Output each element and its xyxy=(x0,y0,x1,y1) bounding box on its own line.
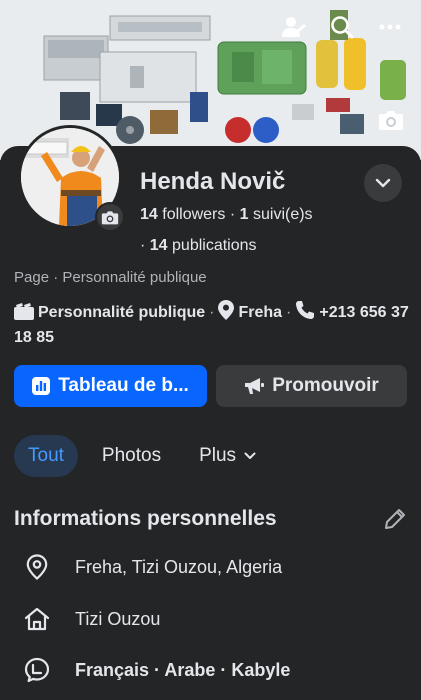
more-icon[interactable] xyxy=(377,14,403,40)
tab-more-label: Plus xyxy=(199,445,237,466)
tab-all[interactable]: Tout xyxy=(14,435,78,477)
publications-count: 14 xyxy=(149,237,168,254)
tab-photos[interactable]: Photos xyxy=(88,435,175,477)
about-row-hometown[interactable]: Tizi Ouzou xyxy=(22,604,402,634)
language-icon xyxy=(22,657,52,683)
phone-icon xyxy=(295,300,315,327)
dashboard-button-label: Tableau de b... xyxy=(58,375,189,396)
contact-separator: · xyxy=(209,304,215,321)
tab-more[interactable]: Plus xyxy=(185,435,270,477)
publications-stats: · 14 publications xyxy=(140,237,257,255)
profile-tabs: Tout Photos Plus xyxy=(14,435,270,477)
contact-details: Personnalité publique · Freha · +213 656 3… xyxy=(14,300,409,349)
profile-options-button[interactable] xyxy=(364,164,402,202)
followers-count[interactable]: 14 xyxy=(140,206,158,223)
following-count[interactable]: 1 xyxy=(240,206,249,223)
pencil-icon[interactable] xyxy=(384,508,406,535)
profile-switch-icon[interactable] xyxy=(281,14,307,40)
about-languages-text: Français · Arabe · Kabyle xyxy=(75,659,291,680)
stats-separator: · xyxy=(140,237,150,254)
about-row-location[interactable]: Freha, Tizi Ouzou, Algeria xyxy=(22,552,402,582)
chevron-down-icon xyxy=(375,178,391,188)
chevron-down-icon xyxy=(244,452,256,459)
category-icon xyxy=(14,303,34,327)
publications-label: publications xyxy=(172,237,257,254)
promote-button-label: Promouvoir xyxy=(272,375,379,396)
cover-toolbar xyxy=(281,14,403,40)
home-icon xyxy=(22,607,52,631)
location-pin-icon xyxy=(218,300,235,327)
location-pin-icon xyxy=(22,554,52,580)
about-hometown-text: Tizi Ouzou xyxy=(75,608,161,629)
promote-button[interactable]: Promouvoir xyxy=(216,365,407,407)
contact-separator: · xyxy=(286,304,292,321)
about-row-languages[interactable]: Français · Arabe · Kabyle xyxy=(22,655,402,685)
about-location-text: Freha, Tizi Ouzou, Algeria xyxy=(75,556,283,577)
megaphone-icon xyxy=(244,377,265,395)
following-label[interactable]: suivi(e)s xyxy=(253,206,313,223)
dashboard-icon xyxy=(32,377,51,395)
edit-avatar-camera-icon[interactable] xyxy=(95,202,125,232)
search-icon[interactable] xyxy=(329,14,355,40)
profile-stats: 14 followers · 1 suivi(e)s xyxy=(140,206,313,224)
followers-label[interactable]: followers xyxy=(162,206,225,223)
about-section-title: Informations personnelles xyxy=(14,507,277,530)
stats-separator: · xyxy=(229,206,240,223)
dashboard-button[interactable]: Tableau de b... xyxy=(14,365,207,407)
contact-location[interactable]: Freha xyxy=(238,304,282,321)
page-category: Page · Personnalité publique xyxy=(14,269,207,286)
profile-name: Henda Novič xyxy=(140,168,286,195)
edit-cover-camera-icon[interactable] xyxy=(375,104,407,136)
contact-category: Personnalité publique xyxy=(38,304,206,321)
